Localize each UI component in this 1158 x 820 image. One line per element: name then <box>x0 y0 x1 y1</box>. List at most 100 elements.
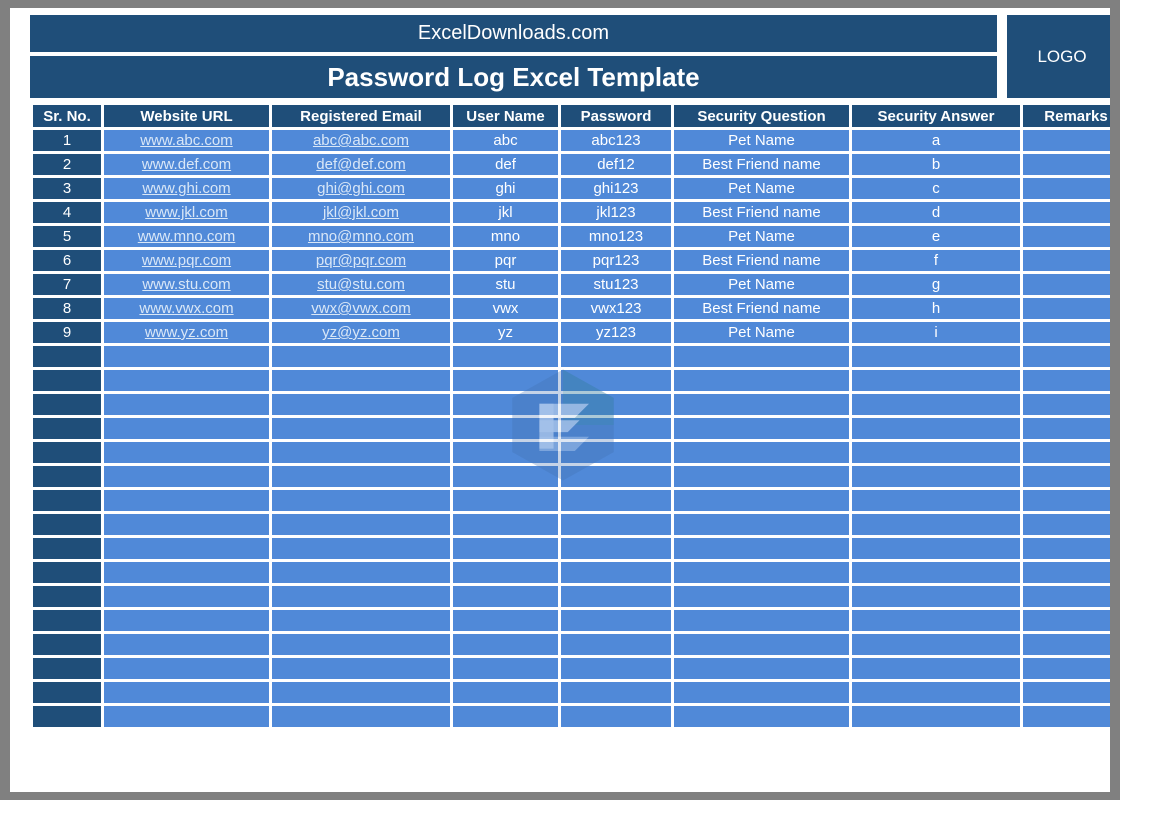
cell-sr-no[interactable]: 5 <box>33 226 101 247</box>
cell-website-url[interactable] <box>104 442 269 463</box>
cell-remarks[interactable] <box>1023 178 1110 199</box>
cell-security-answer[interactable]: e <box>852 226 1020 247</box>
cell-registered-email[interactable]: abc@abc.com <box>272 130 450 151</box>
cell-security-question[interactable] <box>674 706 849 727</box>
cell-remarks[interactable] <box>1023 298 1110 319</box>
cell-remarks[interactable] <box>1023 154 1110 175</box>
cell-website-url-link[interactable]: www.pqr.com <box>142 252 231 269</box>
cell-sr-no[interactable]: 9 <box>33 322 101 343</box>
cell-registered-email[interactable] <box>272 562 450 583</box>
cell-security-answer[interactable] <box>852 658 1020 679</box>
cell-remarks[interactable] <box>1023 466 1110 487</box>
column-header-security-question[interactable]: Security Question <box>674 105 849 127</box>
column-header-remarks[interactable]: Remarks <box>1023 105 1110 127</box>
cell-website-url-link[interactable]: www.yz.com <box>145 324 228 341</box>
cell-sr-no[interactable]: 8 <box>33 298 101 319</box>
cell-security-answer[interactable] <box>852 394 1020 415</box>
cell-sr-no[interactable] <box>33 514 101 535</box>
cell-remarks[interactable] <box>1023 634 1110 655</box>
cell-website-url[interactable]: www.def.com <box>104 154 269 175</box>
cell-remarks[interactable] <box>1023 514 1110 535</box>
cell-website-url[interactable] <box>104 586 269 607</box>
cell-user-name[interactable] <box>453 538 558 559</box>
cell-remarks[interactable] <box>1023 394 1110 415</box>
cell-registered-email[interactable] <box>272 346 450 367</box>
cell-security-question[interactable] <box>674 394 849 415</box>
cell-website-url[interactable] <box>104 466 269 487</box>
cell-registered-email[interactable] <box>272 706 450 727</box>
cell-remarks[interactable] <box>1023 586 1110 607</box>
cell-remarks[interactable] <box>1023 490 1110 511</box>
cell-registered-email[interactable] <box>272 418 450 439</box>
cell-password[interactable] <box>561 634 671 655</box>
cell-security-question[interactable]: Pet Name <box>674 178 849 199</box>
cell-security-answer[interactable] <box>852 562 1020 583</box>
cell-user-name[interactable] <box>453 418 558 439</box>
cell-password[interactable] <box>561 658 671 679</box>
cell-user-name[interactable]: stu <box>453 274 558 295</box>
cell-registered-email[interactable]: def@def.com <box>272 154 450 175</box>
cell-security-question[interactable] <box>674 610 849 631</box>
cell-password[interactable] <box>561 394 671 415</box>
cell-password[interactable] <box>561 562 671 583</box>
cell-password[interactable] <box>561 514 671 535</box>
column-header-registered-email[interactable]: Registered Email <box>272 105 450 127</box>
cell-registered-email[interactable] <box>272 538 450 559</box>
cell-security-answer[interactable] <box>852 514 1020 535</box>
cell-security-question[interactable]: Pet Name <box>674 130 849 151</box>
logo-placeholder-cell[interactable]: LOGO <box>1007 15 1110 98</box>
cell-registered-email[interactable]: ghi@ghi.com <box>272 178 450 199</box>
cell-security-question[interactable]: Best Friend name <box>674 250 849 271</box>
cell-security-answer[interactable]: c <box>852 178 1020 199</box>
cell-website-url[interactable] <box>104 562 269 583</box>
cell-sr-no[interactable] <box>33 394 101 415</box>
cell-user-name[interactable] <box>453 562 558 583</box>
cell-security-answer[interactable] <box>852 586 1020 607</box>
cell-registered-email-link[interactable]: pqr@pqr.com <box>316 252 406 269</box>
cell-security-answer[interactable] <box>852 538 1020 559</box>
cell-security-answer[interactable] <box>852 418 1020 439</box>
cell-user-name[interactable]: def <box>453 154 558 175</box>
cell-sr-no[interactable] <box>33 610 101 631</box>
cell-website-url[interactable] <box>104 658 269 679</box>
cell-sr-no[interactable] <box>33 682 101 703</box>
cell-security-question[interactable] <box>674 538 849 559</box>
cell-security-question[interactable] <box>674 658 849 679</box>
cell-website-url[interactable] <box>104 418 269 439</box>
cell-sr-no[interactable]: 2 <box>33 154 101 175</box>
cell-password[interactable] <box>561 610 671 631</box>
cell-sr-no[interactable] <box>33 706 101 727</box>
cell-website-url[interactable]: www.pqr.com <box>104 250 269 271</box>
cell-sr-no[interactable]: 4 <box>33 202 101 223</box>
cell-registered-email[interactable]: vwx@vwx.com <box>272 298 450 319</box>
cell-website-url[interactable]: www.stu.com <box>104 274 269 295</box>
cell-remarks[interactable] <box>1023 274 1110 295</box>
cell-remarks[interactable] <box>1023 418 1110 439</box>
cell-user-name[interactable] <box>453 490 558 511</box>
cell-registered-email[interactable] <box>272 634 450 655</box>
cell-security-answer[interactable]: i <box>852 322 1020 343</box>
cell-password[interactable]: ghi123 <box>561 178 671 199</box>
cell-user-name[interactable] <box>453 514 558 535</box>
cell-website-url-link[interactable]: www.ghi.com <box>142 180 230 197</box>
cell-security-question[interactable] <box>674 442 849 463</box>
cell-registered-email[interactable]: stu@stu.com <box>272 274 450 295</box>
cell-sr-no[interactable] <box>33 538 101 559</box>
cell-security-question[interactable] <box>674 466 849 487</box>
cell-registered-email[interactable] <box>272 370 450 391</box>
cell-website-url[interactable] <box>104 514 269 535</box>
cell-password[interactable]: mno123 <box>561 226 671 247</box>
cell-registered-email[interactable] <box>272 442 450 463</box>
cell-security-answer[interactable] <box>852 610 1020 631</box>
cell-remarks[interactable] <box>1023 682 1110 703</box>
cell-user-name[interactable]: mno <box>453 226 558 247</box>
column-header-website-url[interactable]: Website URL <box>104 105 269 127</box>
cell-security-question[interactable]: Best Friend name <box>674 298 849 319</box>
cell-sr-no[interactable] <box>33 346 101 367</box>
cell-registered-email[interactable] <box>272 514 450 535</box>
cell-registered-email[interactable] <box>272 658 450 679</box>
cell-security-answer[interactable]: a <box>852 130 1020 151</box>
cell-registered-email[interactable]: yz@yz.com <box>272 322 450 343</box>
cell-remarks[interactable] <box>1023 610 1110 631</box>
cell-password[interactable] <box>561 682 671 703</box>
